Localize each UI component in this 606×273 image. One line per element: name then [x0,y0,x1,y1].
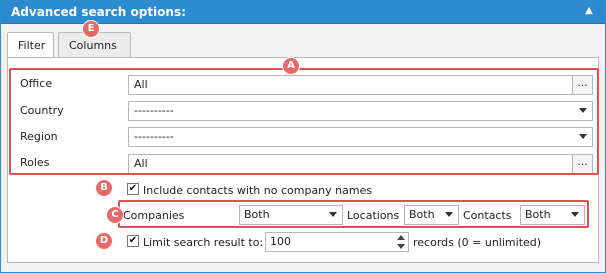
tab-filter-label: Filter [18,39,46,52]
spin-up-icon[interactable] [397,235,405,240]
annotation-marker-b: B [96,180,112,196]
spin-down-icon[interactable] [397,244,405,249]
collapse-icon[interactable]: ▲ [582,4,596,18]
tab-columns-label: Columns [69,39,117,52]
annotation-marker-a: A [283,58,299,74]
limit-results-value: 100 [270,235,291,248]
include-no-company-label: Include contacts with no company names [143,184,373,197]
limit-results-label: Limit search result to: [143,236,264,249]
limit-results-spinner[interactable]: 100 [265,232,409,252]
limit-results-suffix: records (0 = unlimited) [413,236,542,249]
advanced-search-panel: Advanced search options: ▲ Filter Column… [0,0,606,273]
include-no-company-checkbox[interactable]: ✔ [127,183,139,195]
limit-results-checkbox[interactable]: ✔ [127,235,139,247]
tab-filter[interactable]: Filter [7,32,54,59]
spinner-buttons[interactable] [394,233,408,251]
annotation-marker-d: D [96,233,112,249]
annotation-marker-c: C [107,207,123,223]
annotation-box-c [118,200,589,228]
panel-title: Advanced search options: [11,5,186,19]
annotation-marker-e: E [83,21,99,37]
annotation-box-a [9,68,599,175]
